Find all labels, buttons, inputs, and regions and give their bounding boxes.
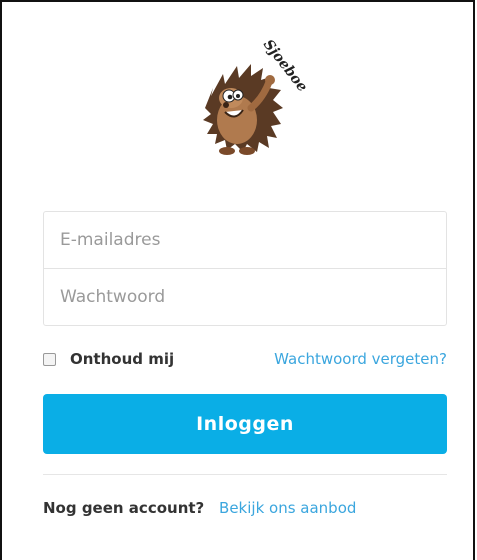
remember-checkbox[interactable] (43, 352, 56, 366)
signup-prompt: Nog geen account? Bekijk ons aanbod (43, 497, 356, 519)
no-account-text: Nog geen account? (43, 499, 205, 517)
forgot-password-link[interactable]: Wachtwoord vergeten? (274, 348, 447, 370)
footer-divider (43, 474, 447, 475)
email-input[interactable] (44, 212, 446, 268)
password-input[interactable] (44, 269, 446, 325)
credentials-group (43, 211, 447, 326)
view-offer-link[interactable]: Bekijk ons aanbod (219, 499, 356, 517)
remember-me[interactable]: Onthoud mij (43, 348, 174, 370)
login-button[interactable]: Inloggen (43, 394, 447, 454)
remember-label: Onthoud mij (70, 350, 175, 368)
